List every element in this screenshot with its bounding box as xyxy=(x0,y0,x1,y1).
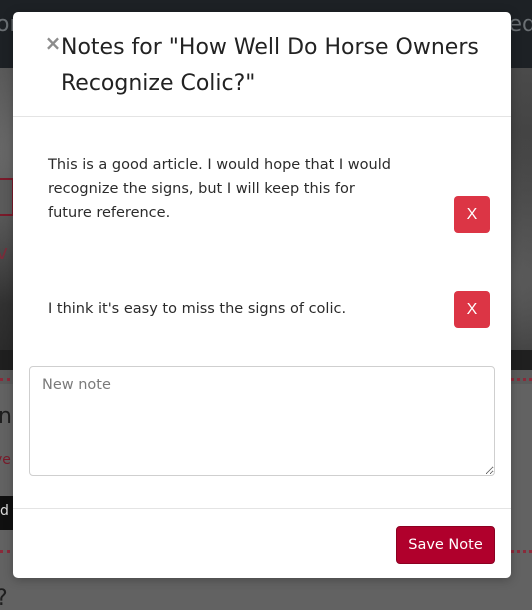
modal-header: × Notes for "How Well Do Horse Owners Re… xyxy=(13,12,511,117)
background-heading-fragment-2: ? xyxy=(0,586,8,610)
background-link-fragment: ve xyxy=(0,452,11,468)
notes-modal: × Notes for "How Well Do Horse Owners Re… xyxy=(13,12,511,578)
modal-title: Notes for "How Well Do Horse Owners Reco… xyxy=(61,35,479,96)
background-heading-fragment: n xyxy=(0,404,12,429)
close-icon[interactable]: × xyxy=(44,32,62,54)
note-text: This is a good article. I would hope tha… xyxy=(48,157,391,221)
save-note-button[interactable]: Save Note xyxy=(396,526,495,564)
delete-note-button[interactable]: X xyxy=(454,291,490,328)
note-text: I think it's easy to miss the signs of c… xyxy=(48,301,347,317)
delete-note-button[interactable]: X xyxy=(454,196,490,233)
modal-footer: Save Note xyxy=(13,508,511,578)
new-note-input[interactable] xyxy=(29,366,495,476)
background-hero-letter: v xyxy=(0,240,8,264)
background-tag xyxy=(0,178,14,216)
background-navbar-text-right: ed xyxy=(508,12,532,37)
